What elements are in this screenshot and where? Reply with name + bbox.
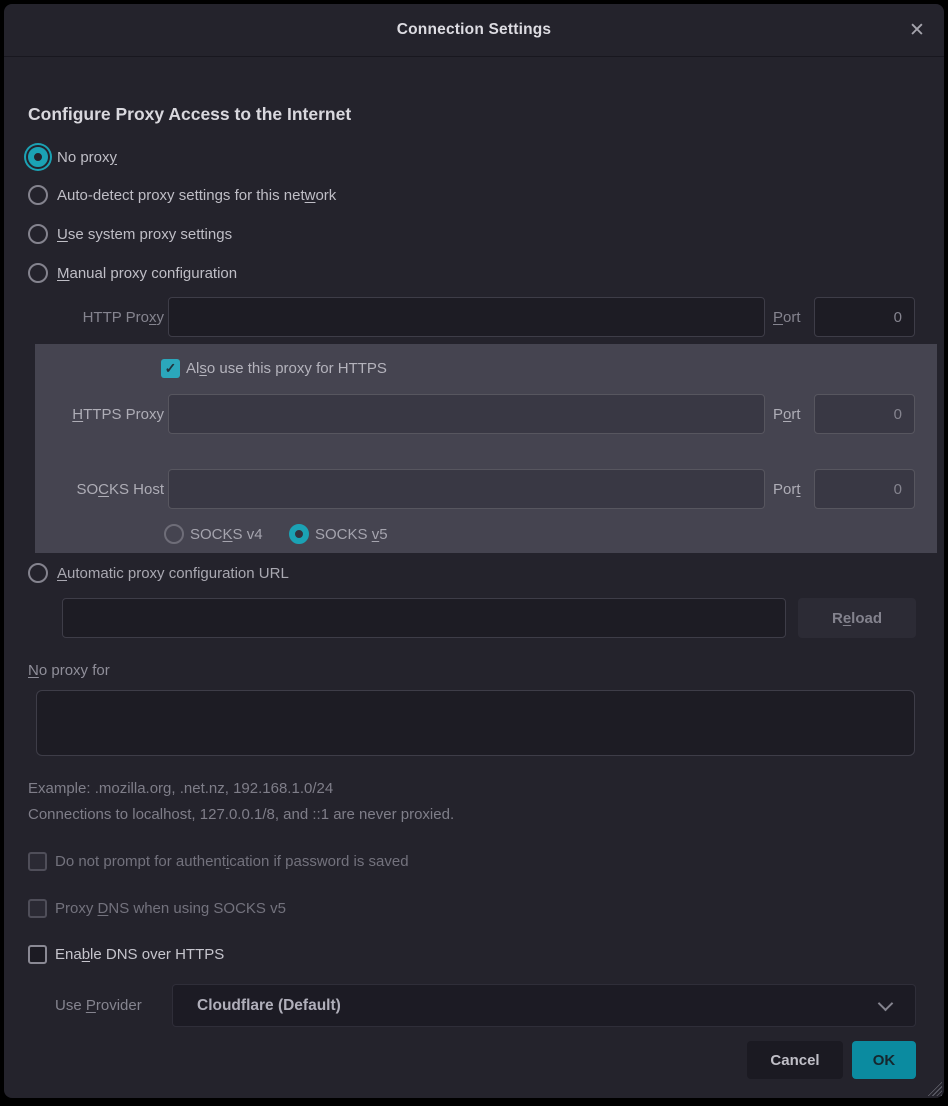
- close-icon: ✕: [909, 19, 925, 42]
- close-button[interactable]: ✕: [904, 17, 930, 43]
- socks-host-label: SOCKS Host: [28, 481, 164, 498]
- http-proxy-row: HTTP Proxy Port: [28, 297, 920, 337]
- radio-icon: [28, 185, 48, 205]
- checkbox-also-use-https: ✓ Also use this proxy for HTTPS: [161, 356, 387, 380]
- https-proxy-row: HTTPS Proxy Port: [28, 394, 920, 434]
- use-provider-label: Use Provider: [55, 984, 142, 1027]
- socks-host-input: [168, 469, 765, 509]
- connection-settings-dialog: Connection Settings ✕ Configure Proxy Ac…: [4, 4, 944, 1098]
- checkbox-proxy-dns: Proxy DNS when using SOCKS v5: [28, 896, 286, 920]
- ok-button[interactable]: OK: [852, 1041, 916, 1079]
- cancel-button[interactable]: Cancel: [747, 1041, 843, 1079]
- radio-icon: [164, 524, 184, 544]
- https-port-input: [814, 394, 915, 434]
- socks-host-row: SOCKS Host Port: [28, 469, 920, 509]
- socks-port-label: Port: [773, 481, 810, 498]
- radio-option-socks-v4: SOCKS v4: [164, 522, 263, 546]
- radio-icon: [28, 224, 48, 244]
- checkbox-label-also-https: Also use this proxy for HTTPS: [186, 360, 387, 377]
- radio-option-no-proxy[interactable]: No proxy: [28, 144, 117, 170]
- checkbox-label-proxy-dns: Proxy DNS when using SOCKS v5: [55, 900, 286, 917]
- radio-label-socks-v4: SOCKS v4: [190, 526, 263, 543]
- radio-label-socks-v5: SOCKS v5: [315, 526, 388, 543]
- radio-label-system-proxy: Use system proxy settings: [57, 226, 232, 243]
- chevron-down-icon: [878, 995, 894, 1011]
- checkbox-icon: [28, 945, 47, 964]
- https-proxy-label: HTTPS Proxy: [28, 406, 164, 423]
- auto-config-url-input: [62, 598, 786, 638]
- radio-option-system-proxy[interactable]: Use system proxy settings: [28, 221, 232, 247]
- checkbox-no-prompt-auth: Do not prompt for authentication if pass…: [28, 849, 409, 873]
- checkbox-icon: [28, 899, 47, 918]
- checkbox-enable-doh[interactable]: Enable DNS over HTTPS: [28, 942, 224, 966]
- radio-option-socks-v5: SOCKS v5: [289, 522, 388, 546]
- dialog-titlebar: Connection Settings: [4, 4, 944, 57]
- radio-label-manual-proxy: Manual proxy configuration: [57, 265, 237, 282]
- localhost-note-text: Connections to localhost, 127.0.0.1/8, a…: [28, 803, 454, 825]
- https-proxy-input: [168, 394, 765, 434]
- provider-dropdown: Cloudflare (Default): [172, 984, 916, 1027]
- http-port-input: [814, 297, 915, 337]
- radio-icon: [28, 263, 48, 283]
- radio-label-no-proxy: No proxy: [57, 149, 117, 166]
- no-proxy-for-label: No proxy for: [28, 659, 110, 681]
- radio-selected-icon: [289, 524, 309, 544]
- radio-option-manual-proxy[interactable]: Manual proxy configuration: [28, 260, 237, 286]
- checkbox-label-no-prompt: Do not prompt for authentication if pass…: [55, 853, 409, 870]
- checkbox-checked-icon: ✓: [161, 359, 180, 378]
- radio-label-auto-detect: Auto-detect proxy settings for this netw…: [57, 187, 336, 204]
- socks-port-input: [814, 469, 915, 509]
- radio-option-auto-config-url[interactable]: Automatic proxy configuration URL: [28, 560, 289, 586]
- resize-grip[interactable]: [927, 1081, 942, 1096]
- check-icon: ✓: [165, 360, 177, 377]
- http-port-label: Port: [773, 309, 810, 326]
- page-title: Configure Proxy Access to the Internet: [28, 104, 351, 125]
- radio-icon: [28, 563, 48, 583]
- http-proxy-label: HTTP Proxy: [28, 309, 164, 326]
- auto-config-url-row: Reload: [62, 598, 916, 638]
- radio-selected-icon: [28, 147, 48, 167]
- checkbox-label-enable-doh: Enable DNS over HTTPS: [55, 946, 224, 963]
- dialog-title: Connection Settings: [397, 21, 552, 39]
- http-proxy-input: [168, 297, 765, 337]
- provider-dropdown-value: Cloudflare (Default): [173, 997, 341, 1015]
- https-port-label: Port: [773, 406, 810, 423]
- checkbox-icon: [28, 852, 47, 871]
- reload-button: Reload: [798, 598, 916, 638]
- radio-label-auto-config-url: Automatic proxy configuration URL: [57, 565, 289, 582]
- no-proxy-for-textarea: [36, 690, 915, 756]
- radio-option-auto-detect[interactable]: Auto-detect proxy settings for this netw…: [28, 182, 336, 208]
- no-proxy-example-text: Example: .mozilla.org, .net.nz, 192.168.…: [28, 777, 333, 799]
